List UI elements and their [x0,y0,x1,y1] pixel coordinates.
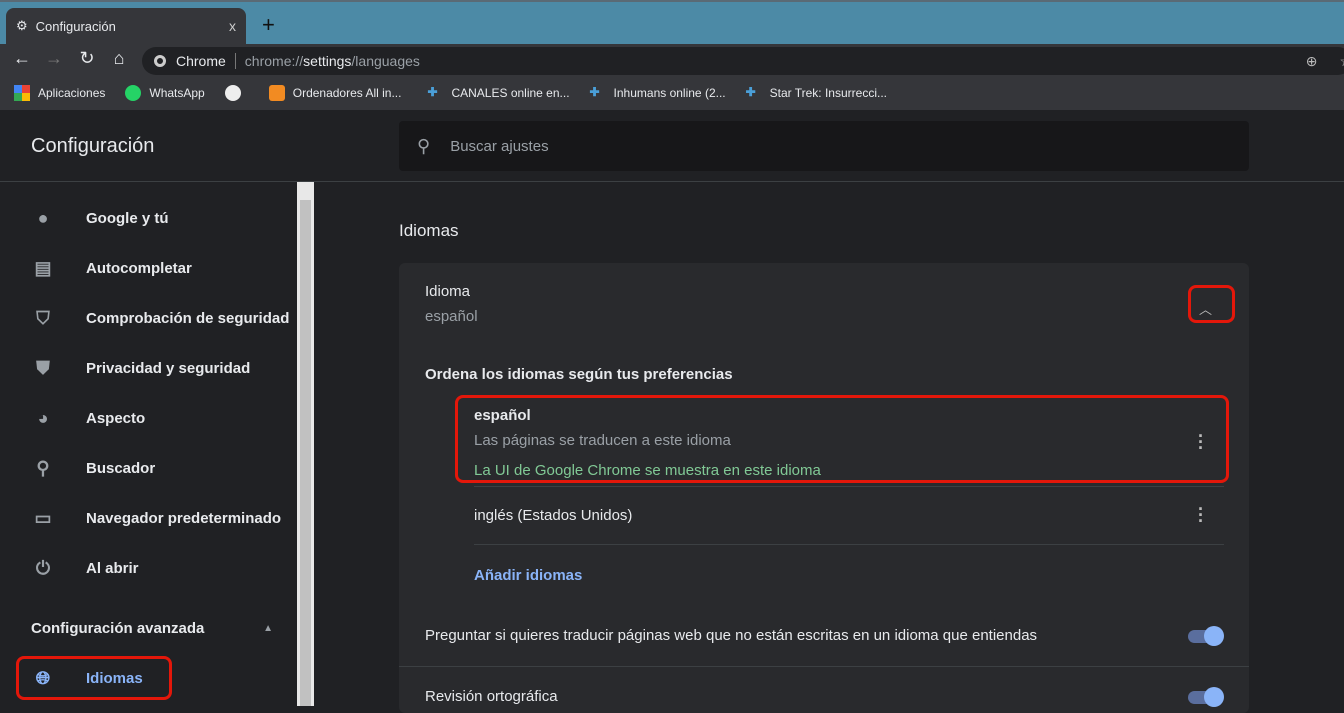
divider [234,53,236,69]
url-prefix: chrome:// [244,53,304,69]
shield-icon: ⛊ [36,357,50,378]
language-label: Idioma [425,283,471,300]
search-placeholder: Buscar ajustes [450,137,549,155]
highlight-box [1188,285,1235,323]
divider [474,544,1224,545]
reload-icon[interactable]: ↻ [75,48,99,69]
page-title: Configuración [31,135,155,157]
sidebar-advanced-toggle[interactable]: Configuración avanzada ▲ [0,608,297,648]
back-icon[interactable]: ← [10,48,34,69]
sidebar-item-default-browser[interactable]: ▭ Navegador predeterminado [0,498,297,538]
bookmark-globe[interactable] [224,85,249,101]
spellcheck-toggle[interactable] [1186,687,1224,707]
close-tab-icon[interactable]: x [229,18,236,34]
bag-icon [268,85,285,101]
plus-site-icon: ✚ [589,85,600,99]
bookmark-canales[interactable]: ✚ CANALES online en... [427,85,569,101]
sidebar-item-label: Buscador [86,459,156,477]
shield-check-icon: ⛉ [36,307,50,328]
address-bar[interactable]: Chrome chrome://settings/languages ⊕ ☆ [142,47,1344,75]
sidebar-item-safety-check[interactable]: ⛉ Comprobación de seguridad [0,298,297,338]
search-input[interactable]: ⚲ Buscar ajustes [399,121,1249,171]
caret-up-icon: ▲ [263,622,273,634]
bookmark-label: Ordenadores All in... [292,86,402,100]
order-label: Ordena los idiomas según tus preferencia… [425,366,733,383]
languages-card: Idioma español ︿ Ordena los idiomas segú… [399,263,1249,713]
zoom-icon[interactable]: ⊕ [1306,53,1318,70]
toolbar: ← → ↻ ⌂ Chrome chrome://settings/languag… [0,44,1344,76]
apps-grid-icon [14,85,30,101]
sidebar-item-on-startup[interactable]: ⏻ Al abrir [0,548,297,588]
translate-toggle[interactable] [1186,626,1224,646]
person-icon: ● [37,207,49,228]
bookmark-whatsapp[interactable]: WhatsApp [125,85,205,101]
search-icon: ⚲ [36,457,50,478]
palette-icon: ◕ [37,407,49,428]
bookmark-startrek[interactable]: ✚ Star Trek: Insurrecci... [746,85,887,101]
whatsapp-icon [125,85,142,101]
spellcheck-label: Revisión ortográfica [425,688,558,705]
url-host: settings [303,53,352,69]
sidebar-item-autofill[interactable]: ▤ Autocompletar [0,248,297,288]
tab-title: Configuración [35,18,116,34]
sidebar-item-label: Autocompletar [86,259,192,277]
home-icon[interactable]: ⌂ [107,48,131,69]
language-value: español [425,308,478,325]
translate-prompt-label: Preguntar si quieres traducir páginas we… [425,627,1038,644]
language-name: inglés (Estados Unidos) [474,507,633,524]
plus-site-icon: ✚ [745,85,756,99]
url-path: /languages [351,53,420,69]
divider [399,666,1249,667]
site-label: Chrome [176,53,226,69]
clipboard-icon: ▤ [34,257,52,278]
sidebar: ● Google y tú ▤ Autocompletar ⛉ Comprobació… [0,182,297,706]
sidebar-item-google[interactable]: ● Google y tú [0,198,297,238]
new-tab-button[interactable]: + [262,12,275,38]
sidebar-item-label: Privacidad y seguridad [86,359,251,377]
tab-settings[interactable]: ⚙ Configuración x [6,8,246,44]
bookmark-label: Inhumans online (2... [613,86,726,100]
section-title: Idiomas [399,221,459,240]
highlight-box [16,656,172,700]
bookmark-inhumans[interactable]: ✚ Inhumans online (2... [590,85,726,101]
divider [474,486,1224,487]
browser-icon: ▭ [34,507,52,528]
bookmarks-bar: Aplicaciones WhatsApp Ordenadores All in… [0,76,1344,110]
gear-icon: ⚙ [16,18,28,33]
scrollbar[interactable] [297,182,314,706]
power-icon: ⏻ [35,557,51,578]
bookmark-label: WhatsApp [149,86,205,100]
sidebar-advanced-label: Configuración avanzada [31,619,205,637]
bookmark-apps[interactable]: Aplicaciones [14,85,105,101]
globe-icon [224,85,241,101]
add-languages-link[interactable]: Añadir idiomas [474,567,582,584]
bookmark-label: CANALES online en... [451,86,570,100]
sidebar-item-label: Navegador predeterminado [86,509,282,527]
sidebar-item-search-engine[interactable]: ⚲ Buscador [0,448,297,488]
bookmark-label: Aplicaciones [38,86,106,100]
forward-icon[interactable]: → [42,48,66,69]
bookmark-label: Star Trek: Insurrecci... [769,86,887,100]
highlight-box [455,395,1229,483]
bookmark-ordenadores[interactable]: Ordenadores All in... [268,85,402,101]
sidebar-item-privacy[interactable]: ⛊ Privacidad y seguridad [0,348,297,388]
star-icon[interactable]: ☆ [1339,53,1344,70]
plus-site-icon: ✚ [427,85,438,99]
sidebar-item-label: Al abrir [86,559,139,577]
sidebar-item-label: Google y tú [86,209,169,227]
sidebar-item-label: Comprobación de seguridad [86,309,290,327]
sidebar-item-appearance[interactable]: ◕ Aspecto [0,398,297,438]
scrollbar-thumb[interactable] [300,200,311,706]
search-icon: ⚲ [417,135,431,156]
chrome-icon [154,55,166,67]
more-options-icon[interactable]: · · · [1198,500,1204,530]
sidebar-item-label: Aspecto [86,409,146,427]
